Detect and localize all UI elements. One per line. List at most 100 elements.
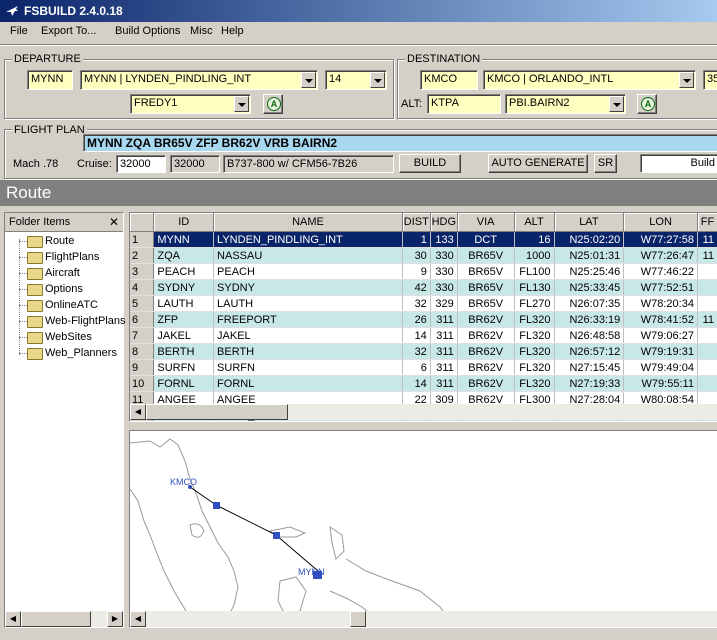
menu-export[interactable]: Export To... <box>41 25 96 37</box>
destination-search-button[interactable]: A <box>637 94 657 114</box>
scroll-thumb[interactable] <box>350 611 366 627</box>
destination-icao-field[interactable]: KMCO <box>420 70 478 90</box>
table-row[interactable]: 9 SURFN SURFN 6 311 BR62V FL320 N27:15:45 W79:49… <box>130 359 717 376</box>
cell-alt: FL320 <box>514 375 555 392</box>
column-header-alt[interactable]: ALT <box>514 213 555 232</box>
cell-name: LAUTH <box>213 295 403 312</box>
cell-alt: FL320 <box>514 359 555 376</box>
cell-ff <box>697 343 717 360</box>
route-line <box>189 486 319 572</box>
cell-hdg: 311 <box>430 311 458 328</box>
table-row[interactable]: 10 FORNL FORNL 14 311 BR62V FL320 N27:19:33 W79:… <box>130 375 717 392</box>
cell-ff <box>697 359 717 376</box>
route-string-field[interactable]: MYNN ZQA BR65V ZFP BR62V VRB BAIRN2 <box>83 134 717 152</box>
folder-item-label: WebSites <box>45 331 92 343</box>
scroll-left-icon[interactable]: ◀ <box>5 611 21 627</box>
folder-icon <box>27 252 43 264</box>
chevron-down-icon[interactable] <box>609 96 624 112</box>
departure-runway-value: 14 <box>329 73 342 85</box>
menu-build-options[interactable]: Build Options <box>115 25 180 37</box>
cell-dist: 32 <box>402 295 431 312</box>
grid-hscrollbar[interactable]: ◀ <box>130 404 717 420</box>
column-header-hdg[interactable]: HDG <box>430 213 458 232</box>
chevron-down-icon[interactable] <box>370 72 385 88</box>
menu-divider <box>0 44 717 46</box>
table-row[interactable]: 7 JAKEL JAKEL 14 311 BR62V FL320 N26:48:58 W79:0… <box>130 327 717 344</box>
cell-lon: W79:55:11 <box>623 375 698 392</box>
table-row[interactable]: 4 SYDNY SYDNY 42 330 BR65V FL130 N25:33:45 W77:5… <box>130 279 717 296</box>
cell-id: BERTH <box>153 343 215 360</box>
column-header-ff[interactable]: FF <box>697 213 717 232</box>
destination-label: DESTINATION <box>405 53 483 65</box>
destination-airport-select[interactable]: KMCO | ORLANDO_INTL <box>483 70 696 90</box>
route-map[interactable]: KMCO MYNN ◀ <box>129 430 717 628</box>
table-row[interactable]: 3 PEACH PEACH 9 330 BR65V FL100 N25:25:46 W77:46… <box>130 263 717 280</box>
menu-file[interactable]: File <box>10 25 28 37</box>
column-header-lon[interactable]: LON <box>623 213 698 232</box>
tree-line <box>19 353 27 354</box>
folder-item-label: OnlineATC <box>45 299 98 311</box>
scroll-right-icon[interactable]: ▶ <box>107 611 123 627</box>
table-header-row: ID NAME DIST HDG VIA ALT LAT LON FF <box>130 213 717 232</box>
cell-dist: 9 <box>402 263 431 280</box>
sid-select[interactable]: FREDY1 <box>130 94 251 114</box>
folder-icon <box>27 332 43 344</box>
table-row[interactable]: 2 ZQA NASSAU 30 330 BR65V 1000 N25:01:31 W77:26:… <box>130 247 717 264</box>
scroll-left-icon[interactable]: ◀ <box>130 404 146 420</box>
tree-line <box>19 305 27 306</box>
destination-runway-select[interactable]: 35 <box>703 70 717 90</box>
column-header[interactable] <box>130 213 155 232</box>
map-hscrollbar[interactable]: ◀ <box>130 611 717 627</box>
scroll-left-icon[interactable]: ◀ <box>130 611 146 627</box>
star-value: PBI.BAIRN2 <box>509 97 570 109</box>
cell-dist: 6 <box>402 359 431 376</box>
cell-id: JAKEL <box>153 327 215 344</box>
close-icon[interactable]: ✕ <box>109 215 119 229</box>
cell-hdg: 311 <box>430 375 458 392</box>
build-button[interactable]: BUILD <box>399 154 461 173</box>
cell-alt: 1000 <box>514 247 555 264</box>
chevron-down-icon[interactable] <box>301 72 316 88</box>
menu-misc[interactable]: Misc <box>190 25 213 37</box>
column-header-id[interactable]: ID <box>153 213 215 232</box>
cell-lon: W77:26:47 <box>623 247 698 264</box>
cell-row-number: 3 <box>130 263 155 280</box>
cruise-altitude-field[interactable]: 32000 <box>116 155 166 173</box>
column-header-dist[interactable]: DIST <box>402 213 431 232</box>
star-select[interactable]: PBI.BAIRN2 <box>505 94 626 114</box>
cell-ff <box>697 295 717 312</box>
chevron-down-icon[interactable] <box>234 96 249 112</box>
cell-ff: 11 <box>697 247 717 264</box>
cell-row-number: 5 <box>130 295 155 312</box>
table-row[interactable]: 8 BERTH BERTH 32 311 BR62V FL320 N26:57:12 W79:1… <box>130 343 717 360</box>
column-header-name[interactable]: NAME <box>213 213 403 232</box>
table-row[interactable]: 6 ZFP FREEPORT 26 311 BR62V FL320 N26:33:19 W78:… <box>130 311 717 328</box>
cell-name: SURFN <box>213 359 403 376</box>
auto-generate-button[interactable]: AUTO GENERATE <box>488 154 588 173</box>
tree-line <box>19 241 27 242</box>
column-header-via[interactable]: VIA <box>457 213 515 232</box>
scroll-thumb[interactable] <box>21 611 91 627</box>
departure-icao-field[interactable]: MYNN <box>27 70 73 90</box>
table-row[interactable]: 1 MYNN LYNDEN_PINDLING_INT 1 133 DCT 16 N25:02:… <box>130 231 717 248</box>
cell-name: NASSAU <box>213 247 403 264</box>
departure-runway-select[interactable]: 14 <box>325 70 387 90</box>
sr-button[interactable]: SR <box>594 154 617 173</box>
cell-alt: 16 <box>514 231 555 248</box>
column-header-lat[interactable]: LAT <box>554 213 625 232</box>
scroll-thumb[interactable] <box>146 404 288 420</box>
cell-hdg: 133 <box>430 231 458 248</box>
cell-name: PEACH <box>213 263 403 280</box>
departure-search-button[interactable]: A <box>263 94 283 114</box>
table-row[interactable]: 5 LAUTH LAUTH 32 329 BR65V FL270 N26:07:35 W78:2… <box>130 295 717 312</box>
chevron-down-icon[interactable] <box>679 72 694 88</box>
destination-airport-value: KMCO | ORLANDO_INTL <box>487 73 614 85</box>
cell-alt: FL320 <box>514 343 555 360</box>
cell-lat: N25:02:20 <box>554 231 625 248</box>
cell-lat: N26:48:58 <box>554 327 625 344</box>
cell-name: LYNDEN_PINDLING_INT <box>213 231 403 248</box>
folder-hscrollbar[interactable]: ◀ ▶ <box>5 611 123 627</box>
menu-help[interactable]: Help <box>221 25 244 37</box>
alternate-field[interactable]: KTPA <box>427 94 501 114</box>
departure-airport-select[interactable]: MYNN | LYNDEN_PINDLING_INT <box>80 70 318 90</box>
